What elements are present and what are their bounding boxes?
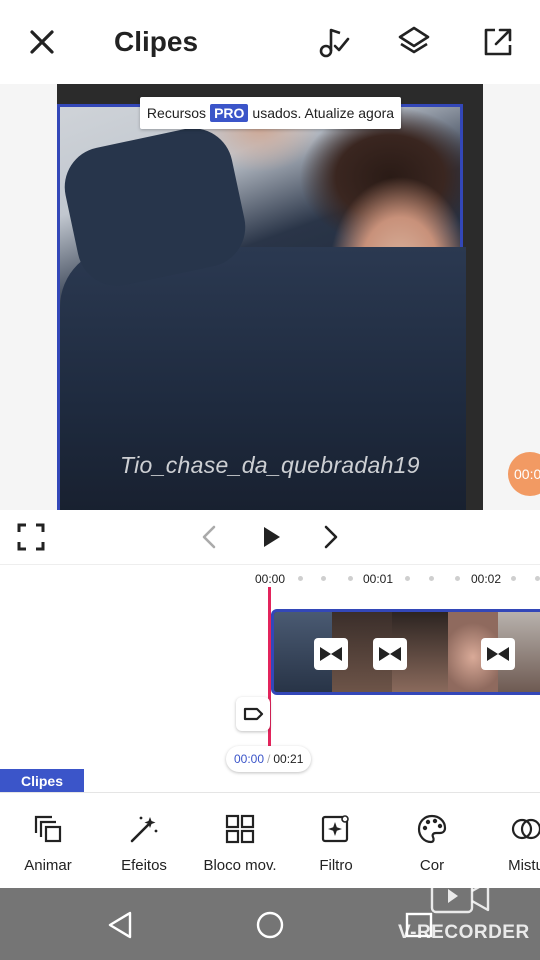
preview-image: Tio_chase_da_quebradah19 (57, 104, 466, 510)
close-icon[interactable] (24, 24, 60, 60)
timeline[interactable]: 00:00 00:01 00:02 00:00 / 00:21 Clipes (0, 564, 540, 793)
tick-label: 00:02 (471, 572, 502, 586)
system-navigation-bar: V-RECORDER (0, 878, 540, 960)
video-preview[interactable]: Tio_chase_da_quebradah19 (57, 84, 483, 510)
tick-dot (535, 576, 540, 581)
tool-label: Mistu (508, 857, 540, 874)
home-circle-icon[interactable] (255, 910, 285, 940)
current-time: 00:00 (234, 752, 265, 766)
time-indicator: 00:00/00:21 (226, 746, 312, 772)
copy-stack-icon (34, 815, 62, 843)
export-icon[interactable] (480, 24, 516, 60)
video-camera-icon (430, 878, 490, 914)
tool-label: Animar (24, 857, 72, 874)
clips-section-tab[interactable]: Clipes (0, 769, 84, 793)
filter-sparkle-icon (321, 815, 349, 843)
pro-banner-suffix: usados. Atualize agora (252, 105, 395, 121)
palette-icon (417, 814, 447, 844)
time-separator: / (267, 752, 271, 766)
bowtie-transition-icon (487, 647, 509, 661)
tag-icon (243, 707, 264, 721)
tool-label: Filtro (319, 857, 353, 874)
grid-icon (225, 814, 255, 844)
pro-banner-prefix: Recursos (146, 105, 207, 121)
tick-dot (321, 576, 326, 581)
tick-dot (348, 576, 353, 581)
tick-dot (511, 576, 516, 581)
tool-efeitos[interactable]: Efeitos (96, 793, 192, 888)
tool-animar[interactable]: Animar (0, 793, 96, 888)
tool-label: Bloco mov. (203, 857, 277, 874)
play-icon[interactable] (259, 524, 283, 550)
tool-filtro[interactable]: Filtro (288, 793, 384, 888)
chevron-right-icon[interactable] (318, 524, 342, 550)
recorder-watermark: V-RECORDER (398, 922, 530, 943)
tag-button[interactable] (236, 697, 270, 731)
pro-upgrade-banner[interactable]: Recursos PRO usados. Atualize agora (140, 97, 401, 129)
tick-dot (455, 576, 460, 581)
tick-dot (405, 576, 410, 581)
transition-button[interactable] (373, 638, 407, 670)
magic-wand-icon (130, 816, 158, 843)
tool-label: Efeitos (121, 857, 167, 874)
tick-dot (429, 576, 434, 581)
clip-strip[interactable] (271, 609, 540, 695)
transition-button[interactable] (481, 638, 515, 670)
playback-controls (0, 510, 540, 564)
pro-badge: PRO (210, 104, 249, 122)
bowtie-transition-icon (379, 647, 401, 661)
tool-mistura[interactable]: Mistu (478, 793, 540, 888)
transition-button[interactable] (314, 638, 348, 670)
total-time: 00:21 (273, 752, 304, 766)
back-triangle-icon[interactable] (106, 910, 136, 940)
tool-cor[interactable]: Cor (384, 793, 480, 888)
tool-bloco-mov[interactable]: Bloco mov. (192, 793, 288, 888)
chevron-left-icon[interactable] (198, 524, 222, 550)
tool-bar: Animar Efeitos Bloco mov. Filtro Cor Mis… (0, 792, 540, 888)
bowtie-transition-icon (320, 647, 342, 661)
tick-label: 00:00 (255, 572, 286, 586)
tick-label: 00:01 (363, 572, 394, 586)
music-note-check-icon[interactable] (316, 24, 352, 60)
tick-dot (298, 576, 303, 581)
layers-icon[interactable] (396, 24, 432, 60)
watermark-text: Tio_chase_da_quebradah19 (120, 452, 420, 478)
top-bar: Clipes (0, 0, 540, 84)
fullscreen-icon[interactable] (16, 522, 46, 552)
page-title: Clipes (114, 26, 199, 57)
tool-label: Cor (419, 857, 445, 874)
blend-circles-icon (511, 818, 540, 840)
